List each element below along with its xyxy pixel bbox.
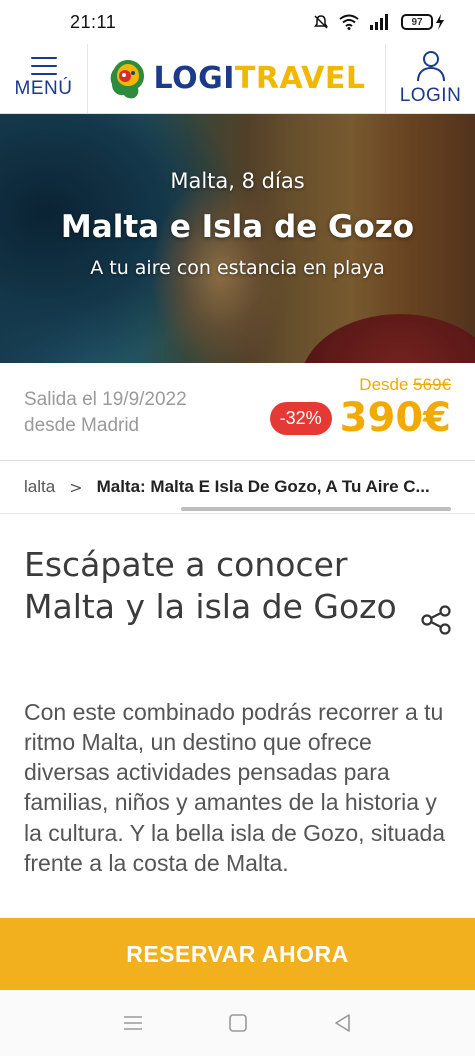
hero-subtitle: Malta, 8 días: [170, 169, 305, 193]
reserve-button[interactable]: RESERVAR AHORA: [0, 918, 475, 990]
hero-title: Malta e Isla de Gozo: [60, 209, 415, 245]
wifi-icon: [339, 14, 359, 30]
hero-text: Malta, 8 días Malta e Isla de Gozo A tu …: [0, 114, 475, 279]
breadcrumb-item-prev[interactable]: lalta: [24, 477, 55, 497]
breadcrumb: lalta > Malta: Malta E Isla De Gozo, A T…: [0, 462, 475, 512]
system-nav-bar: [0, 990, 475, 1056]
user-icon: [416, 51, 445, 82]
battery-icon: 97: [401, 14, 445, 30]
departure-city: desde Madrid: [24, 414, 140, 436]
departure-date: Salida el 19/9/2022: [24, 389, 187, 410]
logo[interactable]: LOGITRAVEL: [88, 44, 385, 113]
home-icon[interactable]: [228, 1013, 248, 1033]
status-bar: 21:11 97: [0, 0, 475, 44]
hero-banner: Malta, 8 días Malta e Isla de Gozo A tu …: [0, 114, 475, 363]
status-time: 21:11: [70, 11, 117, 32]
share-icon[interactable]: [420, 604, 452, 636]
from-price: Desde 569€: [359, 375, 451, 394]
price-bar: Salida el 19/9/2022 desde Madrid Desde 5…: [0, 363, 475, 461]
hero-tagline: A tu aire con estancia en playa: [90, 257, 385, 279]
site-header: MENÚ LOGITRAVEL LOGIN: [0, 44, 475, 114]
discount-badge: -32%: [269, 401, 332, 435]
menu-label: MENÚ: [14, 78, 73, 99]
article-body: Con este combinado podrás recorrer a tu …: [24, 699, 446, 876]
mute-icon: [314, 15, 328, 29]
divider: [0, 513, 475, 514]
status-icons: 97: [313, 14, 445, 30]
battery-level: 97: [411, 16, 423, 28]
menu-icon: [30, 57, 57, 75]
reserve-button-label: RESERVAR AHORA: [126, 940, 349, 967]
charging-icon: [436, 14, 444, 30]
login-label: LOGIN: [399, 85, 462, 106]
back-icon[interactable]: [333, 1013, 353, 1033]
login-button[interactable]: LOGIN: [385, 44, 475, 113]
signal-icon: [370, 14, 388, 30]
departure-info: Salida el 19/9/2022 desde Madrid: [24, 387, 187, 438]
article-title: Escápate a conocer Malta y la isla de Go…: [24, 545, 397, 626]
price-box: Desde 569€ -32% 390€: [269, 375, 451, 441]
logo-text: LOGITRAVEL: [153, 61, 366, 96]
breadcrumb-item-current: Malta: Malta E Isla De Gozo, A Tu Aire C…: [96, 477, 430, 496]
current-price: 390€: [339, 395, 451, 441]
chevron-right-icon: >: [69, 477, 83, 497]
menu-button[interactable]: MENÚ: [0, 44, 88, 113]
breadcrumb-scrollbar[interactable]: [181, 507, 451, 511]
recents-icon[interactable]: [122, 1014, 144, 1032]
logo-icon: [110, 59, 144, 98]
old-price: 569€: [413, 375, 451, 394]
